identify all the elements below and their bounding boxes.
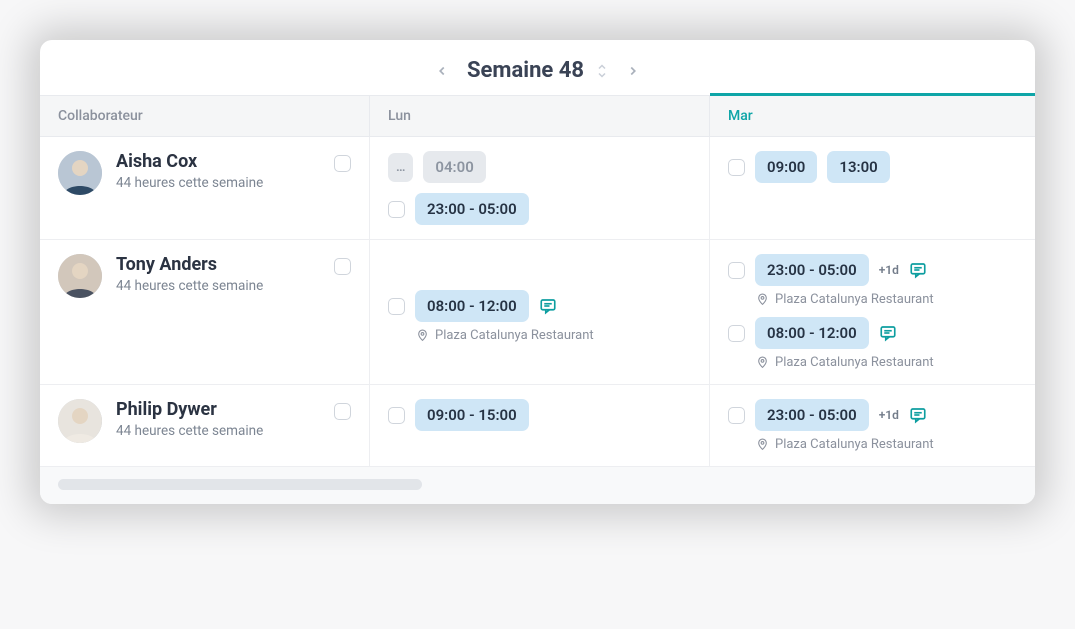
collab-hours: 44 heures cette semaine	[116, 175, 351, 191]
avatar	[58, 151, 102, 195]
shift-checkbox[interactable]	[388, 298, 405, 315]
location-label: Plaza Catalunya Restaurant	[775, 437, 934, 452]
table-row: Tony Anders 44 heures cette semaine 08:0…	[40, 240, 1035, 385]
prev-week-icon[interactable]	[435, 64, 449, 78]
week-title: Semaine 48	[467, 58, 584, 83]
shift-time[interactable]: 23:00 - 05:00	[755, 399, 869, 431]
shift-time[interactable]: 08:00 - 12:00	[415, 290, 529, 322]
collab-name: Tony Anders	[116, 254, 351, 275]
collab-cell: Philip Dywer 44 heures cette semaine	[40, 385, 370, 466]
shift: 08:00 - 12:00	[728, 317, 1017, 349]
shift-time[interactable]: 23:00 - 05:00	[755, 254, 869, 286]
collab-name: Aisha Cox	[116, 151, 351, 172]
collab-cell: Tony Anders 44 heures cette semaine	[40, 240, 370, 384]
row-checkbox[interactable]	[334, 155, 351, 172]
more-icon[interactable]: …	[388, 153, 413, 182]
shift-time[interactable]: 09:00 - 15:00	[415, 399, 529, 431]
shift: 09:00 13:00	[728, 151, 1017, 183]
comment-icon[interactable]	[909, 261, 927, 279]
table-header: Collaborateur Lun Mar	[40, 95, 1035, 137]
comment-icon[interactable]	[909, 406, 927, 424]
tue-cell: 23:00 - 05:00 +1d Plaza Catalunya Restau…	[710, 240, 1035, 384]
shift-time[interactable]: 08:00 - 12:00	[755, 317, 869, 349]
schedule-card: Semaine 48 Collaborateur Lun Mar Aisha C…	[40, 40, 1035, 504]
mon-cell: 08:00 - 12:00 Plaza Catalunya Restaurant	[370, 240, 710, 384]
shift-location: Plaza Catalunya Restaurant	[416, 328, 691, 343]
shift-location: Plaza Catalunya Restaurant	[756, 355, 1017, 370]
collab-hours: 44 heures cette semaine	[116, 423, 351, 439]
table-row: Philip Dywer 44 heures cette semaine 09:…	[40, 385, 1035, 467]
shift: 23:00 - 05:00	[388, 193, 691, 225]
day-badge: +1d	[879, 408, 899, 422]
shift-location: Plaza Catalunya Restaurant	[756, 437, 1017, 452]
shift-checkbox[interactable]	[388, 407, 405, 424]
week-stepper[interactable]	[596, 63, 608, 79]
shift: 08:00 - 12:00	[388, 290, 691, 322]
shift: 23:00 - 05:00 +1d	[728, 254, 1017, 286]
location-label: Plaza Catalunya Restaurant	[435, 328, 594, 343]
shift-checkbox[interactable]	[728, 407, 745, 424]
schedule-table: Collaborateur Lun Mar Aisha Cox 44 heure…	[40, 95, 1035, 467]
collab-name: Philip Dywer	[116, 399, 351, 420]
row-checkbox[interactable]	[334, 258, 351, 275]
shift-time[interactable]: 09:00	[755, 151, 817, 183]
shift-checkbox[interactable]	[728, 262, 745, 279]
location-label: Plaza Catalunya Restaurant	[775, 355, 934, 370]
mon-cell: … 04:00 23:00 - 05:00	[370, 137, 710, 239]
mon-cell: 09:00 - 15:00	[370, 385, 710, 466]
week-nav: Semaine 48	[40, 40, 1035, 95]
shift-checkbox[interactable]	[388, 201, 405, 218]
collab-cell: Aisha Cox 44 heures cette semaine	[40, 137, 370, 239]
shift: … 04:00	[388, 151, 691, 183]
avatar	[58, 399, 102, 443]
location-label: Plaza Catalunya Restaurant	[775, 292, 934, 307]
shift-location: Plaza Catalunya Restaurant	[756, 292, 1017, 307]
shift-checkbox[interactable]	[728, 325, 745, 342]
comment-icon[interactable]	[879, 324, 897, 342]
next-week-icon[interactable]	[626, 64, 640, 78]
shift-time[interactable]: 23:00 - 05:00	[415, 193, 529, 225]
avatar	[58, 254, 102, 298]
shift-checkbox[interactable]	[728, 159, 745, 176]
tue-cell: 09:00 13:00	[710, 137, 1035, 239]
col-tue[interactable]: Mar	[710, 93, 1035, 136]
shift: 09:00 - 15:00	[388, 399, 691, 431]
col-collaborator: Collaborateur	[40, 96, 370, 136]
day-badge: +1d	[879, 263, 899, 277]
table-row: Aisha Cox 44 heures cette semaine … 04:0…	[40, 137, 1035, 240]
tue-cell: 23:00 - 05:00 +1d Plaza Catalunya Restau…	[710, 385, 1035, 466]
comment-icon[interactable]	[539, 297, 557, 315]
shift-time[interactable]: 04:00	[423, 151, 485, 183]
shift: 23:00 - 05:00 +1d	[728, 399, 1017, 431]
shift-time[interactable]: 13:00	[827, 151, 889, 183]
scrollbar-thumb[interactable]	[58, 479, 422, 490]
row-checkbox[interactable]	[334, 403, 351, 420]
collab-hours: 44 heures cette semaine	[116, 278, 351, 294]
col-mon[interactable]: Lun	[370, 96, 710, 136]
horizontal-scrollbar[interactable]	[40, 467, 1035, 504]
